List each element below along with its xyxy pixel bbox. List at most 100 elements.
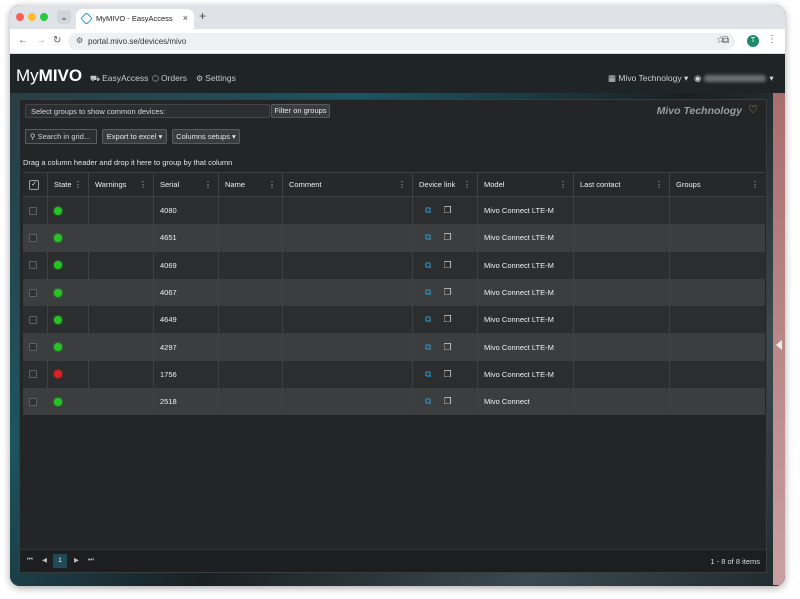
row-checkbox[interactable]: [29, 233, 37, 242]
forward-arrow-icon[interactable]: →: [36, 35, 46, 46]
column-header-last-contact[interactable]: Last contact ⋮: [573, 173, 669, 196]
column-menu-icon[interactable]: ⋮: [139, 180, 147, 189]
nav-orders[interactable]: ⬡ Orders: [152, 73, 187, 83]
next-page-button[interactable]: ▶: [74, 556, 79, 564]
row-select-cell[interactable]: [23, 306, 47, 333]
table-row[interactable]: 1756 ⧉ ❐ Mivo Connect LTE-M: [23, 360, 765, 389]
row-select-cell[interactable]: [23, 252, 47, 279]
column-header-model[interactable]: Model ⋮: [477, 173, 573, 196]
column-menu-icon[interactable]: ⋮: [398, 180, 406, 189]
copy-link-icon[interactable]: ❐: [443, 342, 451, 353]
column-header-serial[interactable]: Serial ⋮: [153, 173, 218, 196]
row-checkbox[interactable]: [29, 397, 37, 406]
table-row[interactable]: 2518 ⧉ ❐ Mivo Connect: [23, 388, 765, 416]
export-to-excel-button[interactable]: Export to excel ▾: [102, 129, 167, 144]
table-row[interactable]: 4080 ⧉ ❐ Mivo Connect LTE-M: [23, 197, 765, 225]
row-checkbox[interactable]: [29, 206, 37, 215]
row-select-cell[interactable]: [23, 197, 47, 224]
row-checkbox[interactable]: [29, 343, 37, 352]
mymivo-logo[interactable]: MyMIVO: [16, 66, 82, 86]
browser-tab-active[interactable]: MyMIVO - EasyAccess ×: [76, 9, 194, 29]
browser-menu-kebab-icon[interactable]: ⋮: [767, 34, 777, 45]
row-checkbox[interactable]: [29, 315, 37, 324]
nav-settings[interactable]: ⚙ Settings: [196, 73, 236, 83]
column-header-warnings[interactable]: Warnings ⋮: [88, 173, 153, 196]
side-panel-toggle-arrow-icon[interactable]: [776, 340, 782, 350]
last-contact-cell: [573, 388, 669, 416]
group-by-drop-zone[interactable]: Drag a column header and drop it here to…: [23, 158, 232, 167]
table-row[interactable]: 4297 ⧉ ❐ Mivo Connect LTE-M: [23, 333, 765, 361]
row-checkbox[interactable]: [29, 288, 37, 297]
row-checkbox[interactable]: [29, 370, 37, 379]
copy-link-icon[interactable]: ❐: [443, 205, 451, 216]
column-header-name[interactable]: Name ⋮: [218, 173, 282, 196]
open-device-link-icon[interactable]: ⧉: [425, 287, 431, 298]
package-icon: ⬡: [152, 74, 159, 83]
copy-link-icon[interactable]: ❐: [443, 396, 451, 407]
company-menu[interactable]: ▦ Mivo Technology ▾: [608, 73, 688, 84]
copy-link-icon[interactable]: ❐: [443, 287, 451, 298]
column-menu-icon[interactable]: ⋮: [751, 180, 759, 189]
columns-setups-button[interactable]: Columns setups ▾: [172, 129, 240, 144]
warnings-cell: [88, 224, 153, 252]
filter-on-groups-button[interactable]: Filter on groups: [271, 104, 330, 118]
column-menu-icon[interactable]: ⋮: [204, 180, 212, 189]
table-row[interactable]: 4069 ⧉ ❐ Mivo Connect LTE-M: [23, 251, 765, 279]
open-device-link-icon[interactable]: ⧉: [425, 232, 431, 243]
copy-link-icon[interactable]: ❐: [443, 314, 451, 325]
open-device-link-icon[interactable]: ⧉: [425, 205, 431, 216]
row-select-cell[interactable]: [23, 279, 47, 306]
previous-page-button[interactable]: ◀: [42, 556, 47, 564]
column-header-groups[interactable]: Groups ⋮: [669, 173, 765, 196]
tab-menu-chevron-icon[interactable]: ⌄: [57, 10, 71, 24]
minimize-window-button[interactable]: [28, 13, 36, 21]
group-select[interactable]: Select groups to show common devices:: [25, 104, 270, 118]
page-number-current[interactable]: 1: [53, 554, 67, 568]
column-header-comment[interactable]: Comment ⋮: [282, 173, 412, 196]
open-device-link-icon[interactable]: ⧉: [425, 396, 431, 407]
profile-avatar[interactable]: T: [747, 35, 759, 47]
table-row[interactable]: 4651 ⧉ ❐ Mivo Connect LTE-M: [23, 224, 765, 252]
open-device-link-icon[interactable]: ⧉: [425, 260, 431, 271]
state-cell: [47, 388, 88, 416]
column-header-state[interactable]: State ⋮: [47, 173, 88, 196]
row-select-cell[interactable]: [23, 361, 47, 388]
select-all-checkbox[interactable]: ✓: [23, 173, 47, 196]
column-menu-icon[interactable]: ⋮: [463, 180, 471, 189]
extensions-puzzle-icon[interactable]: ⧉: [722, 35, 729, 46]
background-image: [773, 85, 785, 585]
grid-search-input[interactable]: ⚲ Search in grid...: [25, 129, 97, 144]
first-page-button[interactable]: ⏮: [27, 556, 33, 564]
device-link-cell: ⧉ ❐: [412, 251, 477, 279]
row-select-cell[interactable]: [23, 333, 47, 360]
copy-link-icon[interactable]: ❐: [443, 232, 451, 243]
column-menu-icon[interactable]: ⋮: [655, 180, 663, 189]
open-device-link-icon[interactable]: ⧉: [425, 369, 431, 380]
table-row[interactable]: 4649 ⧉ ❐ Mivo Connect LTE-M: [23, 306, 765, 334]
row-select-cell[interactable]: [23, 224, 47, 251]
copy-link-icon[interactable]: ❐: [443, 369, 451, 380]
row-checkbox[interactable]: [29, 261, 37, 270]
table-row[interactable]: 4067 ⧉ ❐ Mivo Connect LTE-M: [23, 278, 765, 307]
tab-close-icon[interactable]: ×: [183, 13, 188, 23]
address-bar[interactable]: ⚙ portal.mivo.se/devices/mivo ☆: [68, 33, 735, 50]
row-select-cell[interactable]: [23, 388, 47, 415]
column-header-device-link[interactable]: Device link ⋮: [412, 173, 477, 196]
back-arrow-icon[interactable]: ←: [18, 35, 28, 46]
address-bar-url[interactable]: portal.mivo.se/devices/mivo: [88, 37, 186, 46]
maximize-window-button[interactable]: [40, 13, 48, 21]
column-menu-icon[interactable]: ⋮: [268, 180, 276, 189]
open-device-link-icon[interactable]: ⧉: [425, 314, 431, 325]
new-tab-button[interactable]: +: [199, 9, 206, 23]
close-window-button[interactable]: [16, 13, 24, 21]
copy-link-icon[interactable]: ❐: [443, 260, 451, 271]
user-menu[interactable]: ◉ ▾: [694, 73, 774, 84]
site-settings-icon[interactable]: ⚙: [76, 36, 83, 45]
column-menu-icon[interactable]: ⋮: [559, 180, 567, 189]
favorite-heart-icon[interactable]: ♡: [748, 103, 758, 116]
open-device-link-icon[interactable]: ⧉: [425, 342, 431, 353]
last-page-button[interactable]: ⏭: [88, 556, 94, 564]
nav-easyaccess[interactable]: ⛟ EasyAccess: [90, 73, 148, 84]
reload-icon[interactable]: ↻: [53, 35, 61, 46]
column-menu-icon[interactable]: ⋮: [74, 180, 82, 189]
